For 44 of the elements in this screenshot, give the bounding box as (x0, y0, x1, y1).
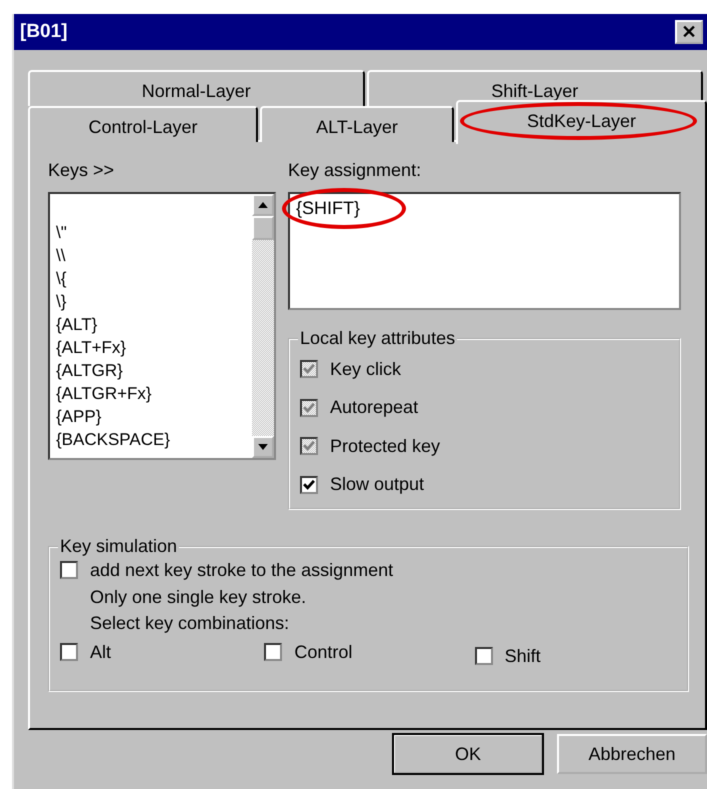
window-title: [B01] (20, 21, 68, 43)
checkbox-label: Control (294, 642, 352, 662)
checkbox[interactable] (264, 643, 282, 661)
scroll-thumb[interactable] (252, 216, 274, 240)
ok-button[interactable]: OK (393, 734, 543, 774)
checkbox-label: Protected key (330, 436, 440, 457)
cancel-button[interactable]: Abbrechen (557, 734, 707, 774)
checkbox-label: Autorepeat (330, 397, 418, 418)
list-item[interactable]: \{ (56, 268, 252, 291)
tab[interactable]: ALT-Layer (260, 106, 454, 142)
list-item[interactable]: \} (56, 291, 252, 314)
scroll-down-button[interactable] (252, 436, 274, 458)
keys-label: Keys >> (48, 160, 116, 182)
list-item[interactable]: {ALT+Fx} (56, 337, 252, 360)
list-item[interactable]: {ALT} (56, 314, 252, 337)
list-item[interactable]: {BACKSPACE} (56, 429, 252, 452)
list-item[interactable]: \" (56, 222, 252, 245)
close-button[interactable]: ✕ (675, 20, 703, 44)
tab[interactable]: Control-Layer (28, 106, 258, 142)
down-arrow-icon (258, 444, 268, 450)
checkbox-label: add next key stroke to the assignment (90, 560, 394, 580)
scrollbar[interactable] (252, 194, 274, 458)
list-item[interactable]: {ALTGR+Fx} (56, 383, 252, 406)
tab[interactable]: StdKey-Layer (456, 100, 707, 144)
checkbox[interactable] (60, 643, 78, 661)
group-title: Local key attributes (298, 328, 458, 349)
checkbox-label: Shift (504, 646, 541, 666)
tab[interactable]: Normal-Layer (28, 70, 364, 106)
checkbox[interactable] (474, 647, 493, 665)
checkbox-label: Key click (330, 358, 402, 380)
checkbox-label: Slow output (330, 474, 424, 496)
list-item[interactable]: {APP} (56, 406, 252, 429)
checkbox[interactable] (300, 476, 318, 494)
list-item[interactable]: {ALTGR} (56, 360, 252, 383)
hint-text: Only one single key stroke. (89, 586, 308, 609)
checkbox[interactable] (60, 561, 78, 579)
group-title: Key simulation (58, 536, 180, 557)
list-item[interactable]: \\ (56, 245, 252, 268)
scroll-up-button[interactable] (252, 194, 274, 216)
assignment-label: Key assignment: (288, 160, 422, 182)
keys-list[interactable]: \" \\ \{ \} {ALT} {ALT+Fx} {ALTGR} {ALTGR+Fx} {APP} {BACKSPACE} (48, 192, 276, 460)
hint-text: Select key combinations: (89, 612, 290, 635)
checkbox-label: Alt (90, 642, 112, 662)
up-arrow-icon (258, 202, 268, 208)
